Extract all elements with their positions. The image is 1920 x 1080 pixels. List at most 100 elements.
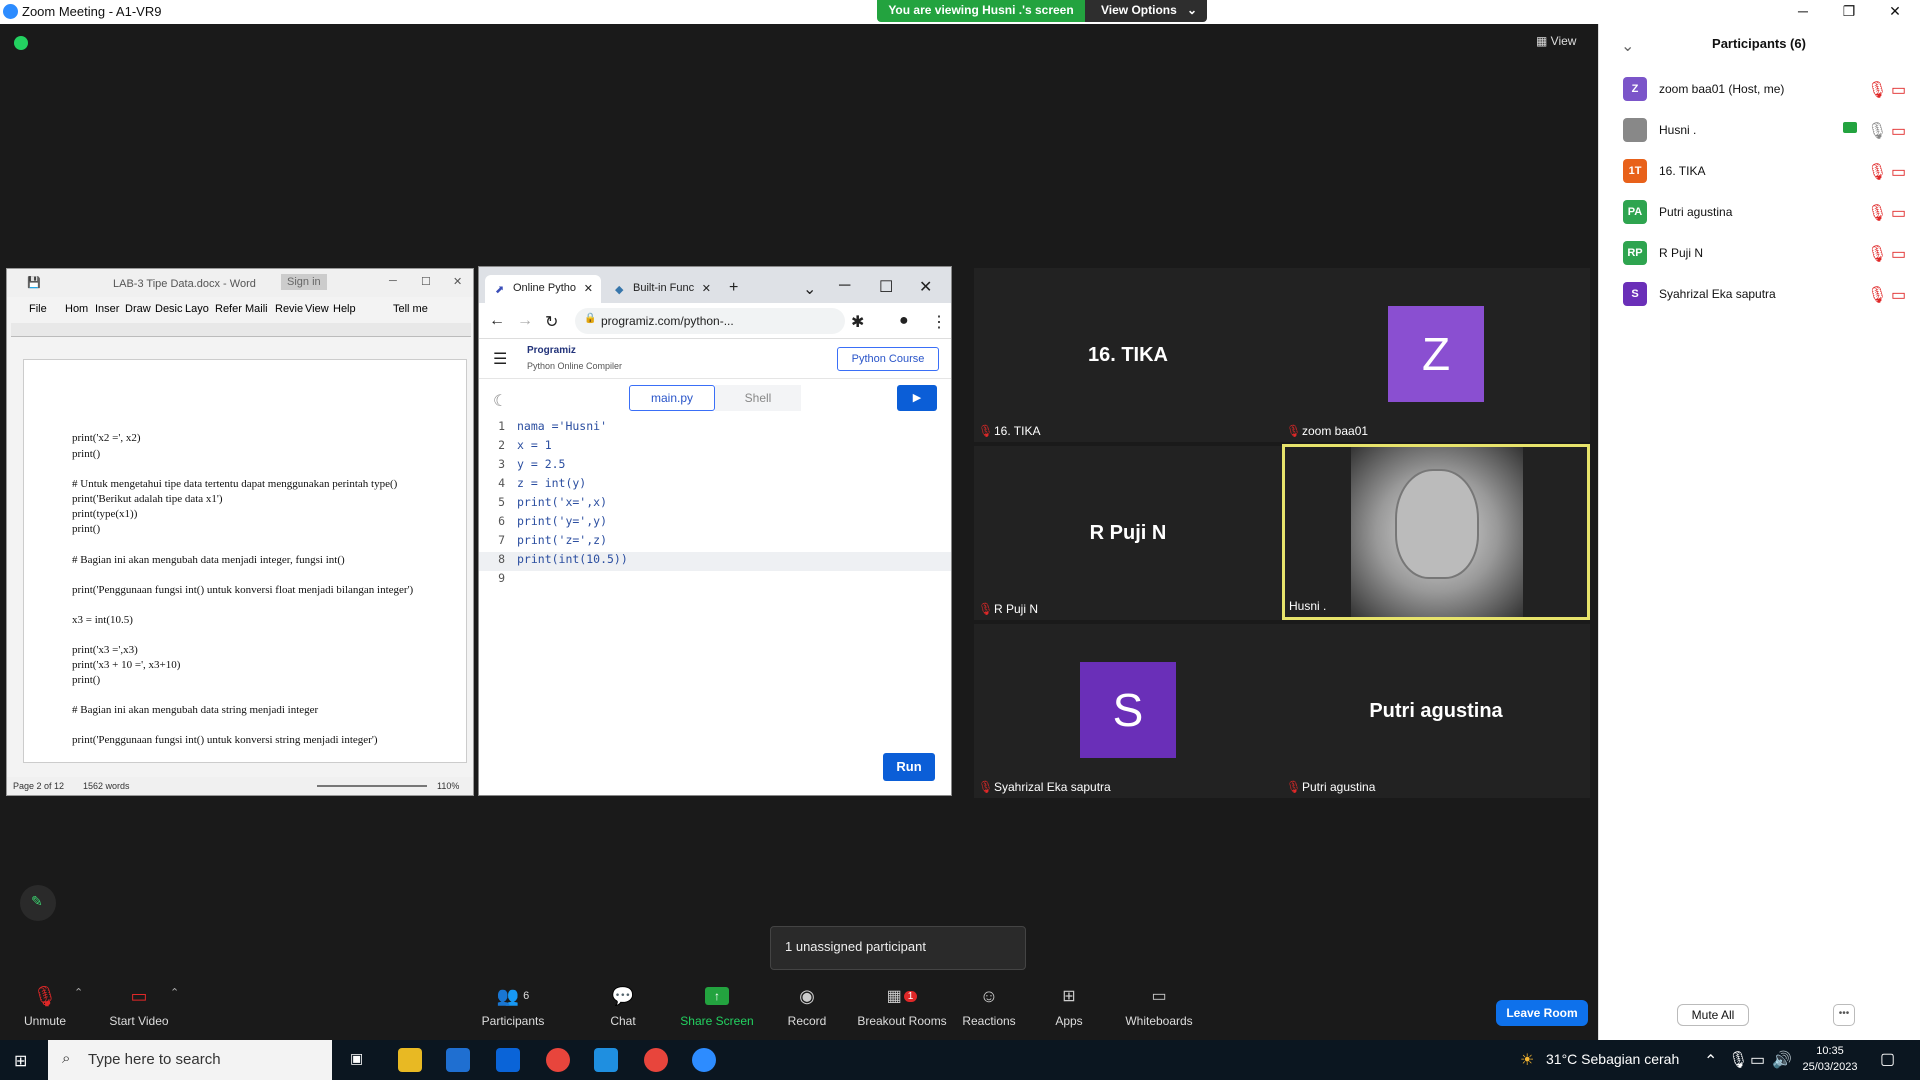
minimize-icon[interactable]: ─ bbox=[1780, 0, 1826, 24]
view-button[interactable]: ▦ View bbox=[1536, 34, 1576, 48]
encryption-shield-icon[interactable] bbox=[14, 36, 28, 50]
ms-store-icon[interactable] bbox=[446, 1048, 470, 1072]
chrome-restore-icon[interactable]: ☐ bbox=[879, 277, 893, 297]
python-course-button[interactable]: Python Course bbox=[837, 347, 939, 371]
word-close-icon[interactable]: ✕ bbox=[453, 275, 462, 288]
taskbar-clock[interactable]: 10:35 25/03/2023 bbox=[1800, 1043, 1860, 1075]
word-restore-icon[interactable]: ☐ bbox=[421, 275, 431, 288]
muted-mic-icon[interactable]: 🎙 bbox=[1867, 203, 1887, 223]
video-off-icon[interactable]: ▭ bbox=[1891, 285, 1906, 305]
dark-mode-icon[interactable]: ☾ bbox=[493, 391, 507, 411]
participant-row[interactable]: Husni . 🎙 ▭ bbox=[1599, 109, 1919, 149]
teamviewer-icon[interactable] bbox=[594, 1048, 618, 1072]
video-off-icon[interactable]: ▭ bbox=[1891, 244, 1906, 264]
participant-row[interactable]: S Syahrizal Eka saputra 🎙 ▭ bbox=[1599, 273, 1919, 313]
video-off-icon[interactable]: ▭ bbox=[1891, 121, 1906, 141]
hamburger-menu-icon[interactable]: ☰ bbox=[493, 349, 507, 369]
word-tab[interactable]: Layo bbox=[185, 303, 209, 315]
leave-room-button[interactable]: Leave Room bbox=[1496, 1000, 1588, 1026]
code-editor[interactable]: 1 nama ='Husni' 2x = 1 3y = 2.5 4z = int(… bbox=[479, 419, 951, 619]
muted-mic-icon[interactable]: 🎙 bbox=[1867, 80, 1887, 100]
network-icon[interactable]: ▭ bbox=[1750, 1050, 1765, 1070]
participants-button[interactable]: 👥 6 Participants bbox=[468, 982, 558, 1038]
address-bar[interactable]: 🔒 programiz.com/python-... bbox=[575, 308, 845, 334]
extensions-icon[interactable]: ✱ bbox=[851, 312, 864, 332]
chrome-menu-icon[interactable]: ⋮ bbox=[931, 312, 947, 332]
mute-all-button[interactable]: Mute All bbox=[1677, 1004, 1749, 1026]
word-page[interactable]: print('x2 =', x2) print() # Untuk menget… bbox=[23, 359, 467, 763]
participant-row[interactable]: Z zoom baa01 (Host, me) 🎙 ▭ bbox=[1599, 68, 1919, 108]
tab-search-chevron-icon[interactable]: ⌄ bbox=[803, 279, 816, 299]
programiz-brand[interactable]: Programiz bbox=[527, 345, 576, 356]
file-explorer-icon[interactable] bbox=[398, 1048, 422, 1072]
audio-options-caret-icon[interactable]: ⌃ bbox=[74, 986, 83, 999]
video-off-icon[interactable]: ▭ bbox=[1891, 80, 1906, 100]
restore-icon[interactable]: ❐ bbox=[1826, 0, 1872, 24]
word-zoom-level[interactable]: 110% bbox=[437, 781, 459, 791]
reactions-button[interactable]: ☺ Reactions bbox=[944, 982, 1034, 1038]
unassigned-participant-toast[interactable]: 1 unassigned participant bbox=[770, 926, 1026, 970]
word-tab[interactable]: Help bbox=[333, 303, 356, 315]
shell-tab[interactable]: Shell bbox=[715, 385, 801, 411]
notifications-icon[interactable]: ▢ bbox=[1880, 1049, 1895, 1069]
task-view-icon[interactable]: ▣ bbox=[350, 1050, 363, 1067]
mail-icon[interactable] bbox=[496, 1048, 520, 1072]
more-options-icon[interactable]: ••• bbox=[1833, 1004, 1855, 1026]
run-button[interactable]: Run bbox=[883, 753, 935, 781]
muted-mic-icon[interactable]: 🎙 bbox=[1867, 162, 1887, 182]
word-tell-me[interactable]: Tell me bbox=[393, 303, 428, 315]
video-tile[interactable]: Putri agustina 🎙 Putri agustina bbox=[1282, 624, 1590, 798]
participant-row[interactable]: RP R Puji N 🎙 ▭ bbox=[1599, 232, 1919, 272]
profile-icon[interactable]: ● bbox=[899, 312, 909, 330]
video-tile[interactable]: S 🎙 Syahrizal Eka saputra bbox=[974, 624, 1282, 798]
volume-icon[interactable]: 🔊 bbox=[1772, 1050, 1792, 1070]
word-tab[interactable]: Refer bbox=[215, 303, 242, 315]
chat-button[interactable]: 💬 Chat bbox=[578, 982, 668, 1038]
forward-icon[interactable]: → bbox=[517, 312, 533, 330]
word-signin-button[interactable]: Sign in bbox=[281, 274, 327, 290]
windows-start-icon[interactable]: ⊞ bbox=[14, 1051, 27, 1071]
breakout-rooms-button[interactable]: ▦ 1 Breakout Rooms bbox=[852, 982, 952, 1038]
participant-row[interactable]: PA Putri agustina 🎙 ▭ bbox=[1599, 191, 1919, 231]
close-tab-icon[interactable]: ✕ bbox=[702, 282, 711, 295]
new-tab-icon[interactable]: + bbox=[729, 279, 738, 297]
annotate-pen-icon[interactable]: ✎ bbox=[20, 885, 56, 921]
mic-on-icon[interactable]: 🎙 bbox=[1867, 121, 1887, 141]
chrome-tab-active[interactable]: ⬈ Online Pytho ✕ bbox=[485, 275, 601, 303]
share-screen-button[interactable]: ↑ Share Screen bbox=[672, 982, 762, 1038]
save-icon[interactable]: 💾 bbox=[27, 276, 41, 289]
mic-tray-icon[interactable]: 🎙 bbox=[1728, 1050, 1748, 1070]
run-play-button[interactable]: ▶ bbox=[897, 385, 937, 411]
chrome-profile-icon[interactable] bbox=[644, 1048, 668, 1072]
video-tile[interactable]: R Puji N 🎙 R Puji N bbox=[974, 446, 1282, 620]
record-button[interactable]: ◉ Record bbox=[762, 982, 852, 1038]
zoom-app-icon[interactable] bbox=[692, 1048, 716, 1072]
chrome-minimize-icon[interactable]: ─ bbox=[839, 277, 850, 295]
word-zoom-slider[interactable] bbox=[317, 785, 427, 787]
whiteboards-button[interactable]: ▭ Whiteboards bbox=[1114, 982, 1204, 1038]
word-tab[interactable]: File bbox=[29, 303, 47, 315]
word-tab[interactable]: Inser bbox=[95, 303, 119, 315]
chrome-close-icon[interactable]: ✕ bbox=[919, 277, 932, 297]
word-tab[interactable]: Draw bbox=[125, 303, 151, 315]
video-off-icon[interactable]: ▭ bbox=[1891, 203, 1906, 223]
chrome-icon[interactable] bbox=[546, 1048, 570, 1072]
apps-button[interactable]: ⊞ Apps bbox=[1024, 982, 1114, 1038]
word-tab[interactable]: Maili bbox=[245, 303, 268, 315]
muted-mic-icon[interactable]: 🎙 bbox=[1867, 244, 1887, 264]
chrome-tab[interactable]: ◆ Built-in Func ✕ bbox=[605, 275, 717, 303]
back-icon[interactable]: ← bbox=[489, 312, 505, 330]
video-tile-active-speaker[interactable]: Husni . bbox=[1282, 444, 1590, 620]
word-tab[interactable]: Revie bbox=[275, 303, 303, 315]
tray-chevron-icon[interactable]: ⌃ bbox=[1704, 1051, 1717, 1071]
word-ruler[interactable] bbox=[11, 323, 471, 337]
word-minimize-icon[interactable]: ─ bbox=[389, 275, 397, 287]
muted-mic-icon[interactable]: 🎙 bbox=[1867, 285, 1887, 305]
video-options-caret-icon[interactable]: ⌃ bbox=[170, 986, 179, 999]
video-off-icon[interactable]: ▭ bbox=[1891, 162, 1906, 182]
word-tab[interactable]: Hom bbox=[65, 303, 88, 315]
reload-icon[interactable]: ↻ bbox=[545, 312, 558, 332]
weather-text[interactable]: 31°C Sebagian cerah bbox=[1546, 1051, 1679, 1067]
video-tile[interactable]: Z 🎙 zoom baa01 bbox=[1282, 268, 1590, 442]
close-icon[interactable]: ✕ bbox=[1872, 0, 1918, 24]
